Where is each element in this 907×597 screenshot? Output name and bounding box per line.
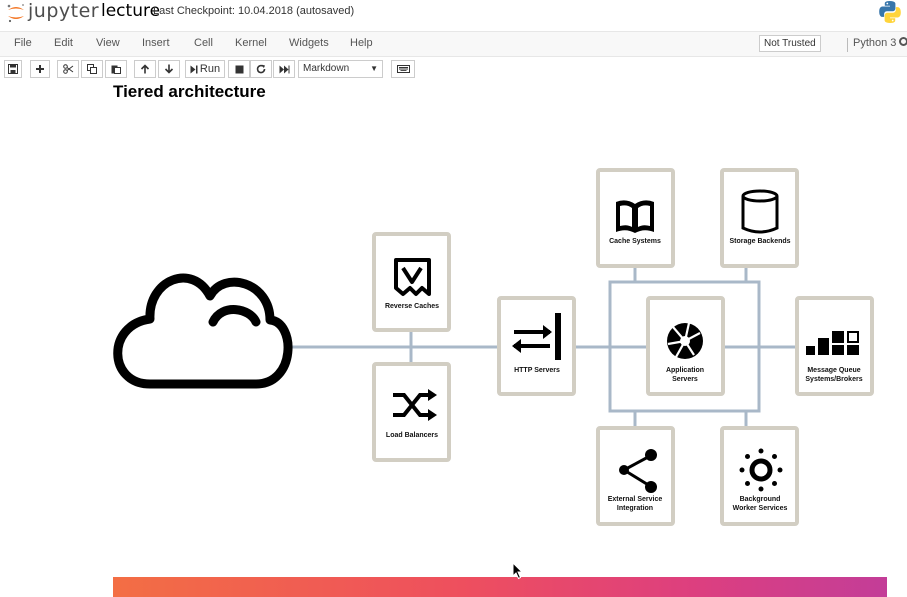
tile-message-queue: Message Queue Systems/Brokers xyxy=(795,296,874,396)
label-storage-backends: Storage Backends xyxy=(729,238,790,245)
architecture-diagram: Reverse Caches Load Balancers HTTP Serve… xyxy=(113,168,874,526)
tile-http-servers: HTTP Servers xyxy=(497,296,576,396)
label-http-servers: HTTP Servers xyxy=(514,367,560,374)
tile-external-service: External Service Integration xyxy=(596,426,675,526)
label-message-queue-2: Systems/Brokers xyxy=(805,376,862,383)
label-background-worker-1: Background xyxy=(740,496,781,503)
next-cell-banner xyxy=(113,577,887,597)
label-external-service-1: External Service xyxy=(608,496,663,503)
label-external-service-2: Integration xyxy=(617,505,653,512)
tile-background-worker: Background Worker Services xyxy=(720,426,799,526)
label-background-worker-2: Worker Services xyxy=(733,505,788,512)
label-reverse-caches: Reverse Caches xyxy=(385,303,439,310)
label-cache-systems: Cache Systems xyxy=(609,238,661,245)
tile-application-servers: Application Servers xyxy=(646,296,725,396)
label-load-balancers: Load Balancers xyxy=(386,432,438,439)
book-icon xyxy=(616,200,654,233)
mouse-cursor-icon xyxy=(512,562,524,580)
tile-reverse-caches: Reverse Caches xyxy=(372,232,451,332)
tile-storage-backends: Storage Backends xyxy=(720,168,799,268)
label-message-queue-1: Message Queue xyxy=(807,367,860,374)
label-application-servers-1: Application xyxy=(666,367,704,374)
aperture-icon xyxy=(667,322,703,359)
cloud-icon xyxy=(113,273,293,389)
tile-load-balancers: Load Balancers xyxy=(372,362,451,462)
label-application-servers-2: Servers xyxy=(672,376,698,383)
tile-cache-systems: Cache Systems xyxy=(596,168,675,268)
